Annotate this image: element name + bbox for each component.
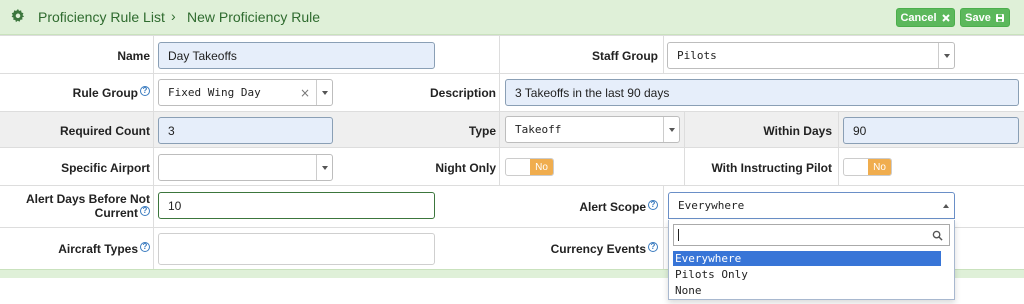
alert-days-input[interactable]: 10 (158, 192, 435, 219)
save-label: Save (965, 11, 991, 24)
form-row-rule-group: Rule Group? Fixed Wing Day × Description… (0, 74, 1024, 112)
night-only-toggle[interactable]: No (505, 158, 554, 176)
form-row-required-count: Required Count 3 Type Takeoff Within Day… (0, 112, 1024, 148)
info-icon[interactable]: ? (648, 242, 658, 252)
alert-days-label-line2: Current (94, 206, 138, 220)
required-count-input[interactable]: 3 (158, 117, 333, 144)
search-icon (932, 230, 943, 241)
description-label: Description (429, 86, 496, 100)
form-row-specific-airport: Specific Airport Night Only No With Inst… (0, 148, 1024, 186)
alert-scope-label-text: Alert Scope (579, 200, 646, 214)
currency-events-label-text: Currency Events (550, 242, 646, 256)
aircraft-types-label: Aircraft Types? (58, 242, 150, 256)
aircraft-types-label-text: Aircraft Types (58, 242, 138, 256)
staff-group-value: Pilots (677, 49, 717, 62)
page-header: Proficiency Rule List › New Proficiency … (0, 0, 1024, 35)
rule-group-label: Rule Group? (73, 86, 150, 100)
rule-group-value: Fixed Wing Day (168, 86, 261, 99)
info-icon[interactable]: ? (140, 242, 150, 252)
info-icon[interactable]: ? (648, 200, 658, 210)
chevron-down-icon (321, 165, 328, 170)
specific-airport-select[interactable] (158, 154, 333, 181)
night-only-toggle-state: No (530, 159, 553, 175)
alert-scope-search-input[interactable] (673, 224, 950, 246)
staff-group-select[interactable]: Pilots (667, 42, 955, 69)
type-select[interactable]: Takeoff (505, 116, 680, 143)
with-instructing-pilot-label: With Instructing Pilot (711, 161, 832, 175)
chevron-down-icon (668, 127, 675, 132)
name-label: Name (117, 49, 150, 63)
aircraft-types-input[interactable] (158, 233, 435, 265)
within-days-input[interactable]: 90 (843, 117, 1019, 144)
chevron-down-icon (943, 53, 950, 58)
type-arrow[interactable] (663, 117, 679, 142)
alert-scope-option-none[interactable]: None (673, 283, 941, 298)
alert-days-label: Alert Days Before Not Current? (26, 192, 150, 220)
type-label: Type (468, 124, 496, 138)
info-icon[interactable]: ? (140, 86, 150, 96)
cancel-button[interactable]: Cancel (896, 8, 955, 27)
chevron-down-icon (321, 90, 328, 95)
type-value: Takeoff (515, 123, 562, 136)
clear-icon[interactable]: × (300, 86, 310, 100)
alert-scope-dropdown: Everywhere Pilots Only None (668, 220, 955, 300)
alert-scope-option-everywhere[interactable]: Everywhere (673, 251, 941, 266)
save-button[interactable]: Save (960, 8, 1010, 27)
alert-scope-label: Alert Scope? (579, 200, 658, 214)
info-icon[interactable]: ? (140, 206, 150, 216)
specific-airport-arrow[interactable] (316, 155, 332, 180)
rule-group-label-text: Rule Group (72, 86, 138, 100)
breadcrumb-separator: › (171, 8, 176, 24)
staff-group-label: Staff Group (592, 49, 658, 63)
alert-days-label-line1: Alert Days Before Not (25, 192, 150, 206)
text-cursor (678, 229, 679, 241)
description-input[interactable]: 3 Takeoffs in the last 90 days (505, 79, 1019, 106)
with-instructing-pilot-toggle[interactable]: No (843, 158, 892, 176)
alert-scope-arrow[interactable] (938, 193, 954, 218)
close-icon (941, 13, 950, 22)
breadcrumb-proficiency-rule-list[interactable]: Proficiency Rule List (38, 9, 165, 25)
required-count-label: Required Count (60, 124, 150, 138)
rule-group-arrow[interactable] (316, 80, 332, 105)
night-only-label: Night Only (435, 161, 496, 175)
cancel-label: Cancel (900, 11, 937, 24)
specific-airport-label: Specific Airport (61, 161, 150, 175)
chevron-up-icon (943, 203, 949, 208)
within-days-label: Within Days (763, 124, 832, 138)
with-instructing-pilot-toggle-state: No (868, 159, 891, 175)
alert-scope-value: Everywhere (678, 199, 745, 212)
name-input[interactable]: Day Takeoffs (158, 42, 435, 69)
currency-events-label: Currency Events? (551, 242, 658, 256)
staff-group-arrow[interactable] (938, 43, 954, 68)
gear-icon (11, 9, 25, 23)
page-title: New Proficiency Rule (187, 9, 321, 25)
alert-scope-option-pilots-only[interactable]: Pilots Only (673, 267, 941, 282)
form-row-name: Name Day Takeoffs Staff Group Pilots (0, 36, 1024, 74)
alert-scope-select[interactable]: Everywhere (668, 192, 955, 219)
rule-group-select[interactable]: Fixed Wing Day × (158, 79, 333, 106)
floppy-disk-icon (995, 13, 1004, 22)
